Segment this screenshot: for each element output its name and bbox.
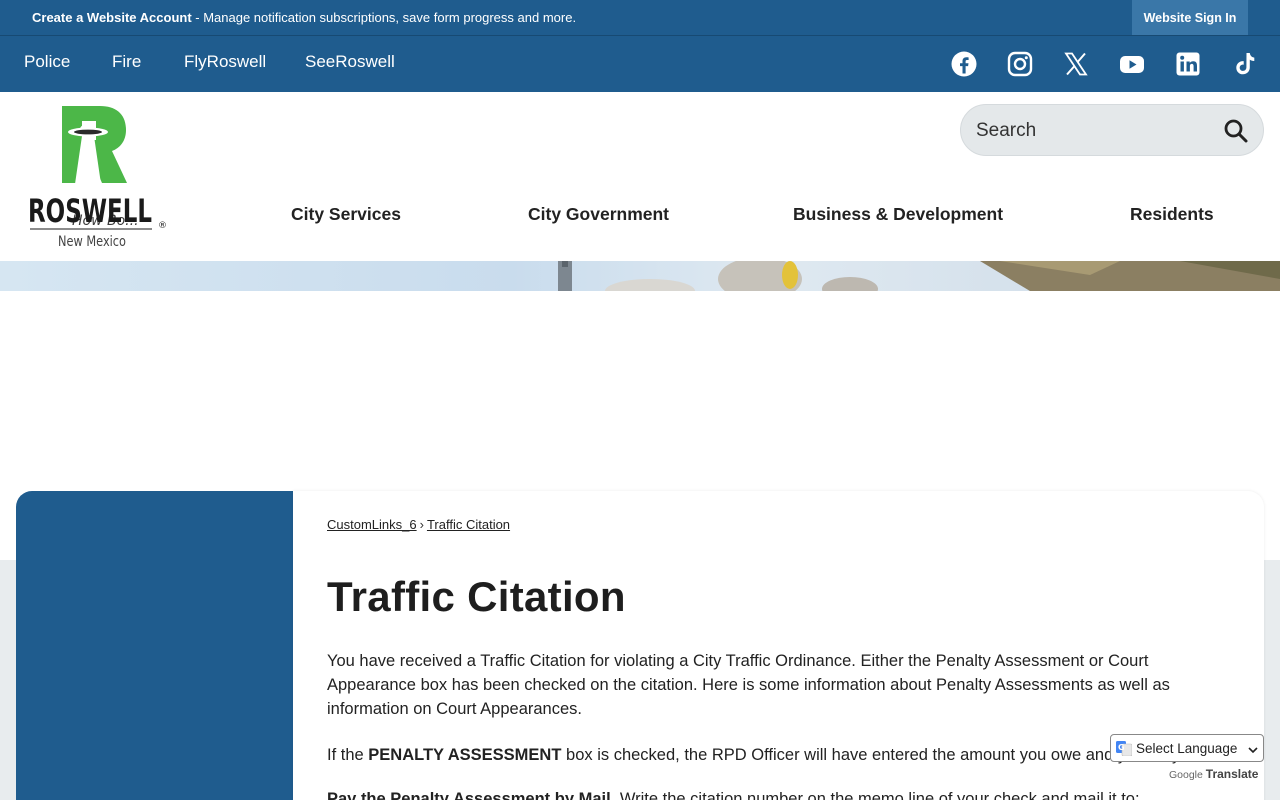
instagram-icon[interactable]: [1006, 50, 1034, 78]
site-header: ROSWELL How Bo... ® New Mexico City Serv…: [0, 92, 1280, 261]
nav-city-government[interactable]: City Government: [528, 204, 669, 225]
search-input[interactable]: [976, 117, 1216, 145]
quicklink-fire[interactable]: Fire: [112, 52, 141, 72]
quicklinks-bar: Police Fire FlyRoswell SeeRoswell: [0, 35, 1280, 92]
tiktok-icon[interactable]: [1230, 50, 1258, 78]
intro-paragraph: You have received a Traffic Citation for…: [327, 652, 1170, 718]
account-message: Create a Website Account - Manage notifi…: [32, 10, 576, 25]
secondary-sidebar: [16, 491, 293, 800]
search-box: [960, 104, 1264, 156]
breadcrumb-separator: ›: [419, 517, 424, 532]
pay-by-mail-heading: Pay the Penalty Assessment by Mail: [327, 790, 611, 800]
penalty-assessment-bold: PENALTY ASSESSMENT: [368, 746, 562, 764]
penalty-rest: box is checked, the RPD Officer will hav…: [561, 746, 1181, 764]
quicklink-police[interactable]: Police: [24, 52, 70, 72]
pay-by-mail-paragraph: Pay the Penalty Assessment by Mail. Writ…: [327, 787, 1217, 800]
nav-city-services[interactable]: City Services: [291, 204, 401, 225]
search-icon[interactable]: [1223, 118, 1249, 144]
account-description: - Manage notification subscriptions, sav…: [191, 10, 577, 25]
quicklink-flyroswell[interactable]: FlyRoswell: [184, 52, 266, 72]
penalty-assessment-paragraph: If the PENALTY ASSESSMENT box is checked…: [327, 743, 1217, 767]
quicklink-seeroswell[interactable]: SeeRoswell: [305, 52, 395, 72]
penalty-prefix: If the: [327, 746, 369, 764]
account-banner: Create a Website Account - Manage notifi…: [0, 0, 1280, 35]
youtube-icon[interactable]: [1118, 50, 1146, 78]
create-account-link[interactable]: Create a Website Account: [32, 10, 192, 25]
breadcrumb-current-link[interactable]: Traffic Citation: [427, 517, 510, 532]
website-signin-button[interactable]: Website Sign In: [1132, 0, 1248, 35]
breadcrumb-parent-link[interactable]: CustomLinks_6: [327, 517, 417, 532]
nav-residents[interactable]: Residents: [1130, 204, 1214, 225]
nav-business-development[interactable]: Business & Development: [793, 204, 1003, 225]
svg-text:G: G: [1118, 743, 1125, 752]
hero-banner-image: [0, 261, 1280, 291]
linkedin-icon[interactable]: [1174, 50, 1202, 78]
language-select[interactable]: G Select Language: [1110, 734, 1264, 762]
page-title: Traffic Citation: [327, 573, 626, 620]
google-wordmark: Google: [1169, 769, 1203, 781]
x-twitter-icon[interactable]: [1062, 50, 1090, 78]
logo-registered-mark: ®: [158, 221, 167, 231]
translate-powered-by: Google Translate: [1169, 767, 1258, 781]
logo-state-text: New Mexico: [58, 234, 126, 249]
roswell-logo[interactable]: ROSWELL How Bo... ® New Mexico: [28, 104, 173, 250]
google-translate-icon: G: [1116, 740, 1133, 757]
language-select-label: Select Language: [1136, 740, 1238, 756]
chevron-down-icon: [1248, 743, 1258, 758]
translate-link[interactable]: Translate: [1206, 767, 1259, 781]
pay-by-mail-text: . Write the citation number on the memo …: [610, 790, 1140, 800]
facebook-icon[interactable]: [950, 50, 978, 78]
logo-tagline: How Bo...: [72, 213, 139, 229]
breadcrumb: CustomLinks_6 › Traffic Citation: [327, 517, 510, 532]
